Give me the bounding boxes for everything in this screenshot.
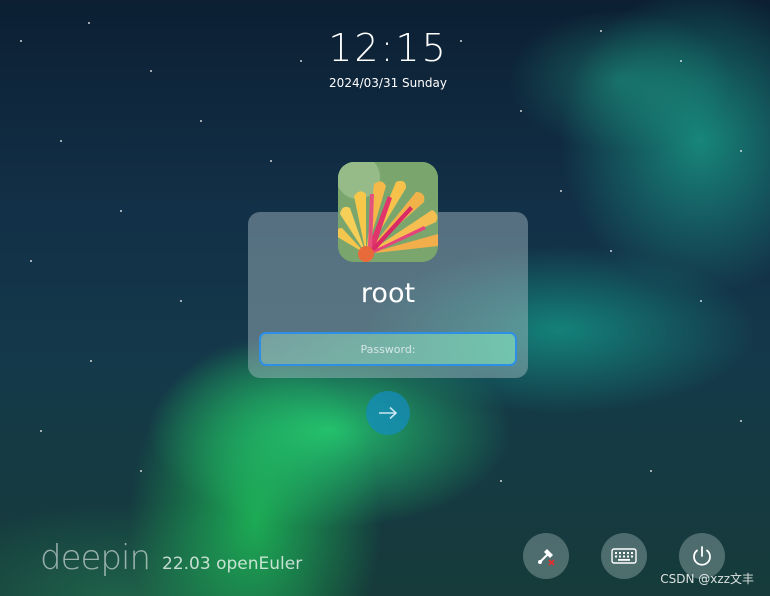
- username-label: root: [360, 278, 416, 309]
- arrow-right-icon: [379, 406, 398, 420]
- power-icon: [693, 546, 711, 566]
- os-version: 22.03 openEuler: [162, 554, 303, 574]
- network-button[interactable]: [523, 533, 569, 579]
- password-input[interactable]: [259, 332, 517, 366]
- clock-time: 12:15: [328, 26, 448, 70]
- network-disconnected-icon: [538, 549, 555, 566]
- login-submit-button[interactable]: [366, 391, 410, 435]
- watermark: CSDN @xzz文丰: [660, 572, 754, 586]
- keyboard-icon: [611, 548, 637, 564]
- clock-date: 2024/03/31 Sunday: [329, 76, 447, 90]
- user-avatar[interactable]: [338, 162, 438, 262]
- lock-screen: 12:15 2024/03/31 Sunday root deepin 22.0…: [0, 0, 770, 596]
- os-branding: deepin 22.03 openEuler: [40, 538, 302, 578]
- daisy-flower-avatar: [338, 162, 438, 262]
- deepin-logo: deepin: [40, 538, 151, 578]
- keyboard-button[interactable]: [601, 533, 647, 579]
